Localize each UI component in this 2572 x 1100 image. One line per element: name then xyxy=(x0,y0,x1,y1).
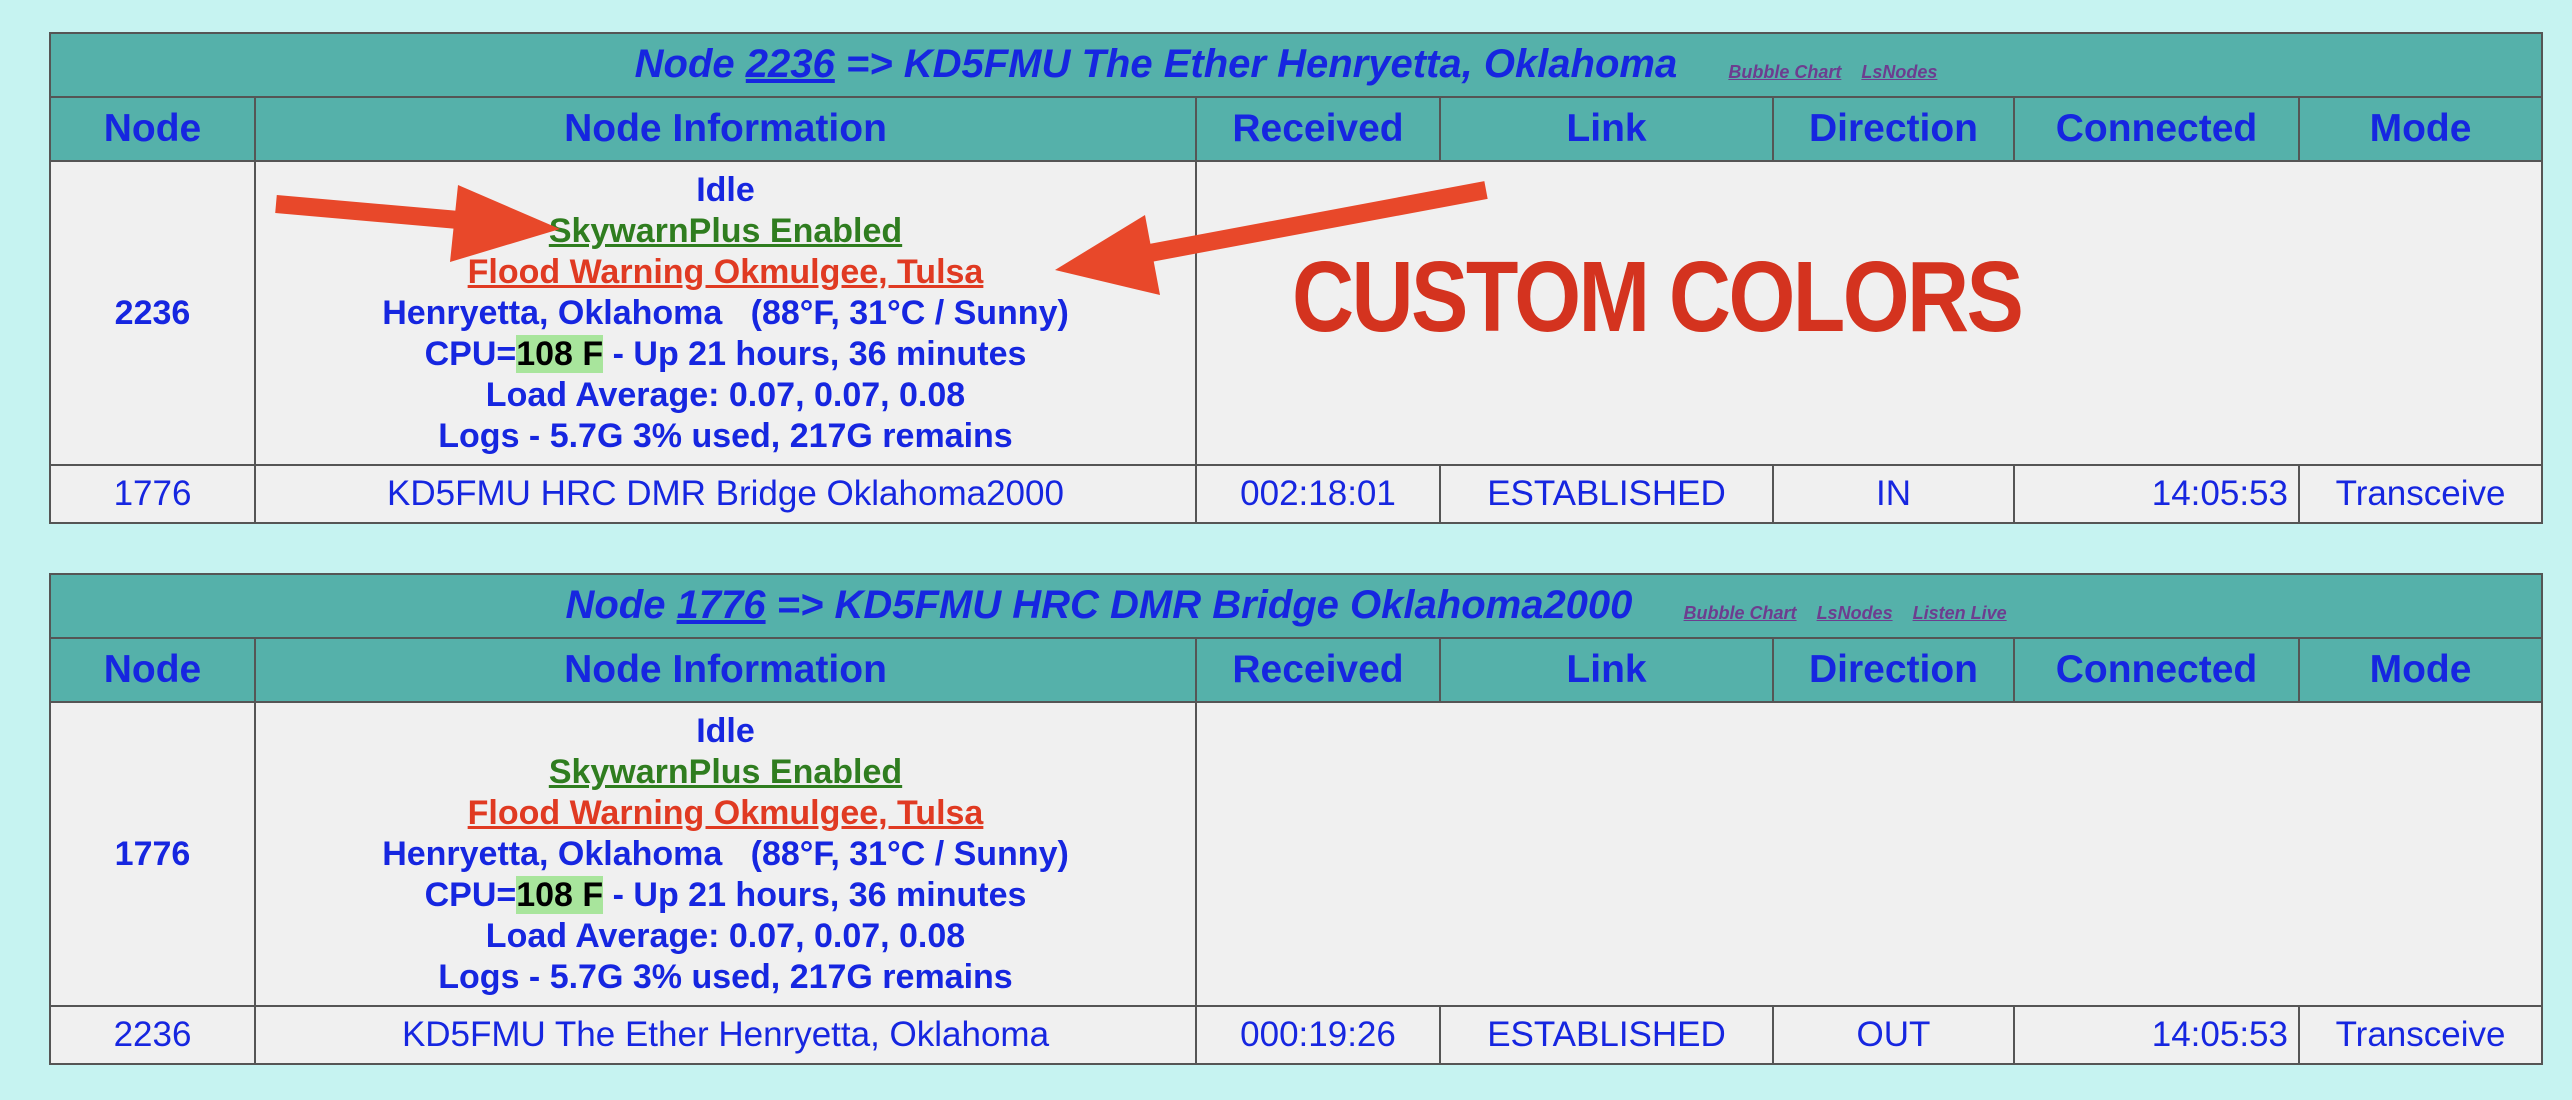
custom-colors-annotation: CUSTOM COLORS xyxy=(1292,241,2024,353)
annotation-arrows xyxy=(275,181,1488,295)
arrow-left-icon xyxy=(275,185,560,262)
